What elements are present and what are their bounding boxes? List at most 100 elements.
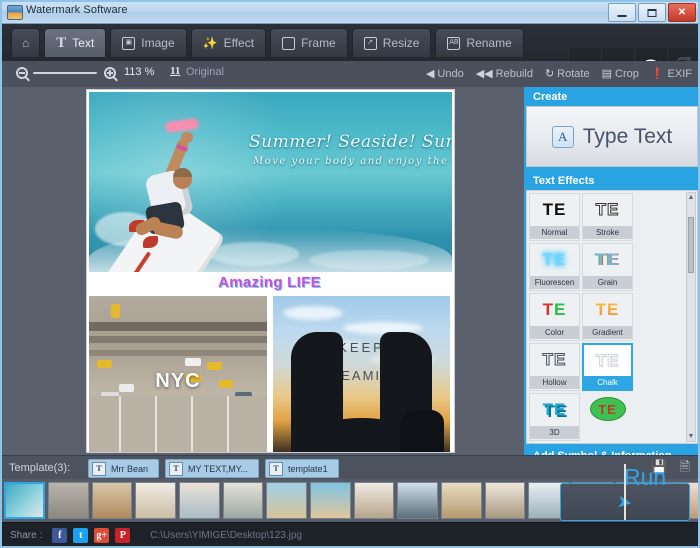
undo-button[interactable]: ◀ Undo: [426, 68, 464, 80]
effect-preview: TE: [543, 394, 567, 426]
thumbnail-item[interactable]: [354, 482, 395, 519]
thumbnail-item[interactable]: [92, 482, 133, 519]
thumbnail-item[interactable]: [485, 482, 526, 519]
exif-button[interactable]: ❗ EXIF: [651, 68, 692, 80]
tab-text-label: Text: [72, 36, 94, 50]
effect-preview: TE: [590, 393, 626, 425]
thumbnail-item[interactable]: [4, 482, 45, 519]
amazing-life-text[interactable]: Amazing LIFE: [87, 274, 452, 291]
one-to-one-button[interactable]: 11: [170, 65, 180, 77]
tab-effect[interactable]: ✨ Effect: [191, 28, 266, 57]
template-label: MY TEXT,MY...: [188, 464, 248, 474]
effect-normal[interactable]: TE Normal: [529, 193, 580, 241]
effects-scrollbar[interactable]: ▲ ▼: [686, 192, 696, 442]
effect-label: Hollow: [530, 376, 579, 389]
zoom-out-icon[interactable]: [16, 67, 28, 79]
template-item-my-text[interactable]: T MY TEXT,MY...: [165, 459, 259, 478]
minimize-button[interactable]: [608, 3, 636, 22]
thumbnail-item[interactable]: [441, 482, 482, 519]
window-controls: ✕: [608, 3, 696, 22]
thumbnail-item[interactable]: [310, 482, 351, 519]
right-sidebar: Create A Type Text Text Effects TE Norma…: [524, 87, 700, 455]
badge-shape: TE: [590, 397, 626, 421]
run-label: Run: [624, 464, 626, 520]
window-title: Watermark Software: [26, 4, 128, 16]
effect-label: Normal: [530, 226, 579, 239]
nyc-caption[interactable]: NYC: [89, 370, 267, 393]
effect-stroke[interactable]: TE Stroke: [582, 193, 633, 241]
facebook-icon[interactable]: f: [52, 528, 67, 543]
rebuild-button[interactable]: ◀◀ Rebuild: [476, 68, 533, 80]
effect-3d[interactable]: TE 3D: [529, 393, 580, 441]
tree-silhouette: [400, 410, 444, 452]
text-T-icon: T: [56, 35, 66, 52]
tab-rename[interactable]: AB Rename: [435, 28, 523, 57]
file-path: C:\Users\YIMIGE\Desktop\123.jpg: [150, 530, 302, 541]
template-bar: Template(3): T Mrr Bean T MY TEXT,MY... …: [0, 455, 700, 480]
rotate-button[interactable]: ↻ Rotate: [545, 68, 590, 80]
image-icon: ▣: [122, 37, 135, 50]
scroll-up-icon[interactable]: ▲: [688, 194, 695, 201]
type-text-button[interactable]: A Type Text: [526, 106, 698, 167]
tab-effect-label: Effect: [224, 36, 254, 50]
run-button[interactable]: ➤ Run: [560, 483, 690, 521]
crop-icon: ▤: [602, 69, 612, 80]
scroll-down-icon[interactable]: ▼: [688, 433, 695, 440]
undo-label: Undo: [437, 68, 463, 80]
effect-gradient[interactable]: TE Gradient: [582, 293, 633, 341]
effect-chalk[interactable]: TE Chalk: [582, 343, 633, 391]
canvas-area[interactable]: Summer! Seaside! Surfing! Move your body…: [0, 87, 524, 455]
thumbnail-item[interactable]: [266, 482, 307, 519]
nyc-photo[interactable]: NYC: [89, 296, 267, 452]
resize-icon: ↗: [364, 37, 377, 50]
text-T-icon: T: [92, 462, 106, 476]
maximize-button[interactable]: [638, 3, 666, 22]
thumbnail-item[interactable]: [135, 482, 176, 519]
rebuild-label: Rebuild: [496, 68, 533, 80]
effect-badge[interactable]: TE: [582, 393, 633, 441]
original-label: Original: [186, 66, 224, 78]
twitter-icon[interactable]: t: [73, 528, 88, 543]
create-header: Create: [524, 87, 700, 106]
tab-image-label: Image: [141, 36, 174, 50]
subline-text[interactable]: Move your body and enjoy the sunshine: [253, 156, 452, 167]
manage-templates-icon[interactable]: 🗎: [680, 460, 690, 473]
close-button[interactable]: ✕: [668, 3, 696, 22]
template-label: template1: [288, 464, 328, 474]
template-item-mrr-bean[interactable]: T Mrr Bean: [88, 459, 159, 478]
exif-info-icon: ❗: [651, 69, 665, 80]
effect-color[interactable]: TE Color: [529, 293, 580, 341]
text-T-icon: T: [269, 462, 283, 476]
surfer-photo[interactable]: Summer! Seaside! Surfing! Move your body…: [89, 92, 452, 272]
pinterest-icon[interactable]: P: [115, 528, 130, 543]
thumbnail-item[interactable]: [48, 482, 89, 519]
rotate-label: Rotate: [557, 68, 589, 80]
template-item-template1[interactable]: T template1: [265, 459, 339, 478]
scrollbar-thumb[interactable]: [688, 217, 694, 273]
googleplus-icon[interactable]: g+: [94, 528, 109, 543]
text-effects-header: Text Effects: [524, 171, 700, 190]
effect-label: Gradient: [583, 326, 632, 339]
zoom-slider[interactable]: [33, 72, 97, 74]
effect-hollow[interactable]: TE Hollow: [529, 343, 580, 391]
zoom-in-icon[interactable]: [104, 67, 116, 79]
effect-label: Fluorescen: [530, 276, 579, 289]
tab-resize[interactable]: ↗ Resize: [352, 28, 432, 57]
crop-button[interactable]: ▤ Crop: [602, 68, 639, 80]
keep-dreaming-photo[interactable]: KEEP DREAMING: [273, 296, 450, 452]
headline-text[interactable]: Summer! Seaside! Surfing!: [249, 132, 452, 152]
magic-wand-icon: ✨: [203, 37, 218, 49]
thumbnail-item[interactable]: [223, 482, 264, 519]
tab-home[interactable]: ⌂: [11, 28, 40, 57]
tab-text[interactable]: T Text: [44, 28, 106, 57]
effect-preview: TE: [543, 344, 567, 376]
thumbnail-item[interactable]: [179, 482, 220, 519]
effect-fluorescence[interactable]: TE Fluorescen: [529, 243, 580, 291]
effect-preview: TE: [596, 345, 620, 376]
thumbnail-item[interactable]: [397, 482, 438, 519]
tab-image[interactable]: ▣ Image: [110, 28, 186, 57]
effect-grain[interactable]: TE Grain: [582, 243, 633, 291]
template-count-label: Template(3):: [9, 462, 70, 474]
tab-frame[interactable]: Frame: [270, 28, 348, 57]
crop-label: Crop: [615, 68, 639, 80]
